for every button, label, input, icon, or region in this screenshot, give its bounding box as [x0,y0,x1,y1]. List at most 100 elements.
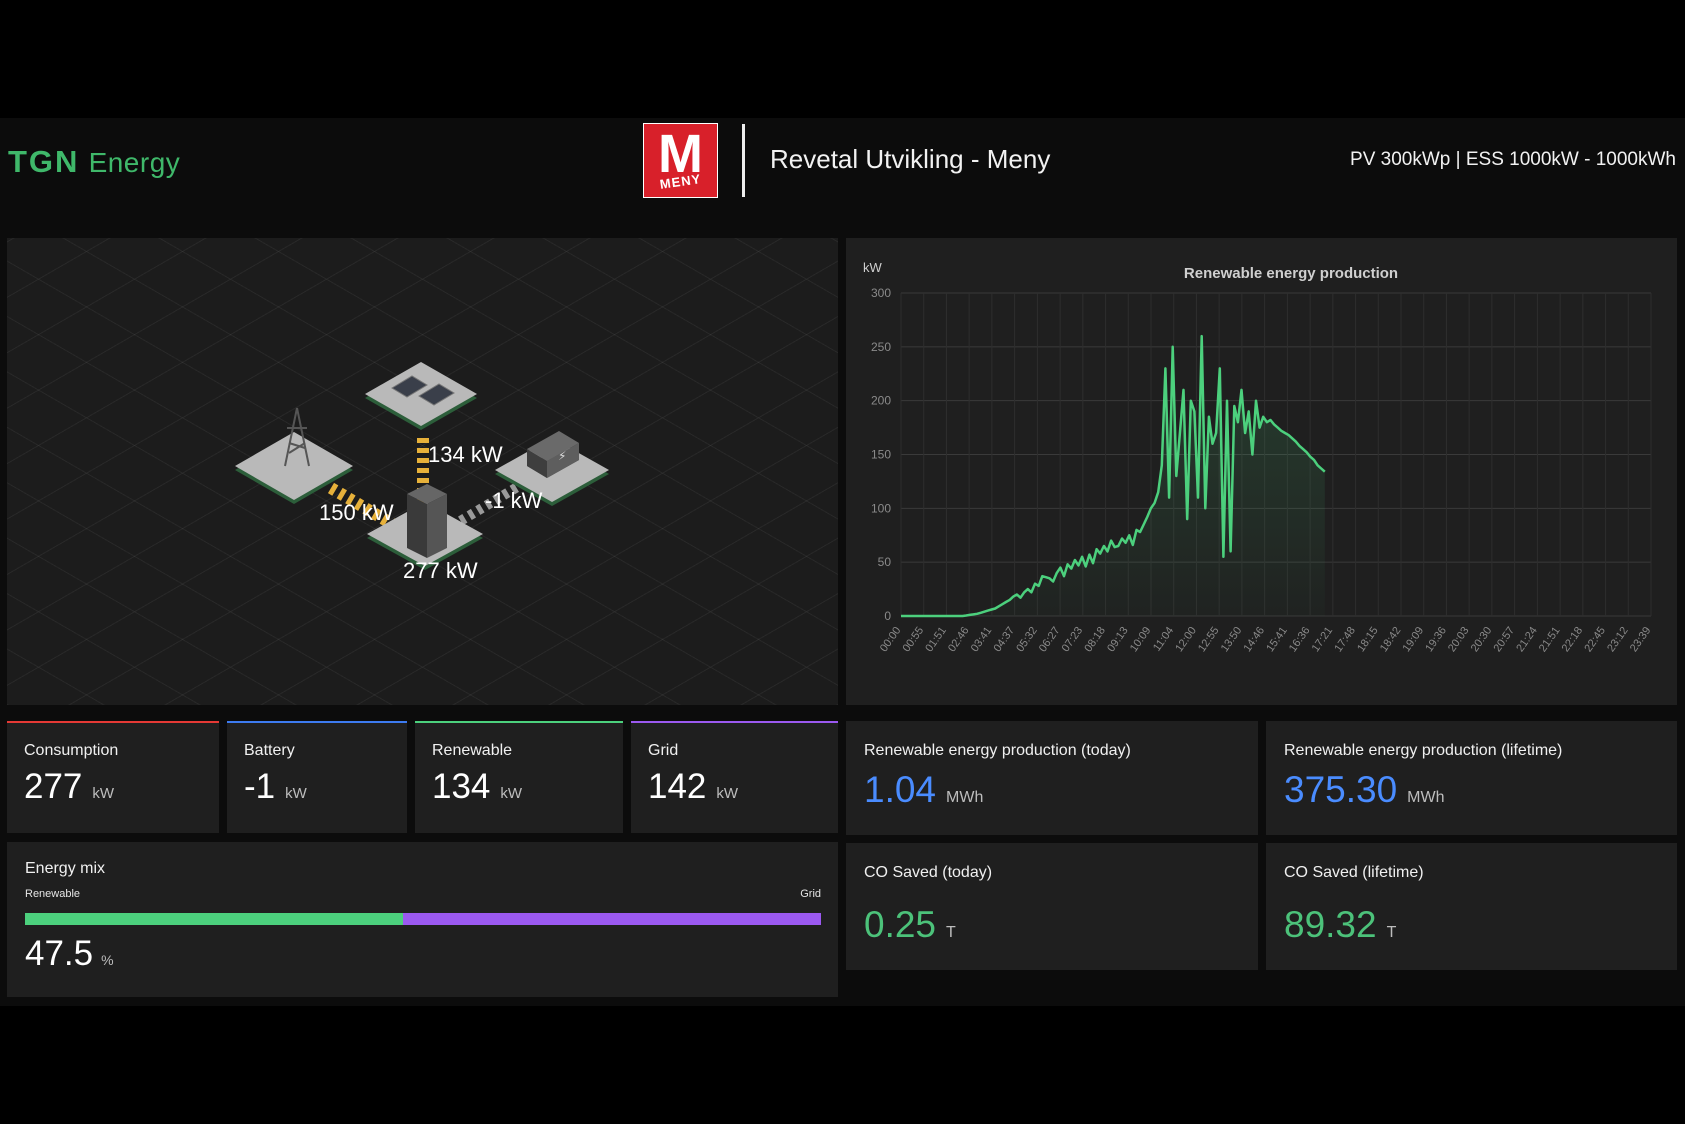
production-lifetime-label: Renewable energy production (lifetime) [1284,742,1563,759]
consumption-label: Consumption [24,742,119,759]
battery-unit: kW [285,785,307,802]
energy-mix-card: Energy mix Renewable Grid 47.5% [7,842,838,997]
consumption-value: 277 [24,767,83,806]
dashboard: TGN Energy M MENY Revetal Utvikling - Me… [0,118,1685,1006]
co-saved-lifetime-value-row: 89.32 T [1284,904,1396,946]
chart-x-tick: 21:24 [1514,625,1540,654]
chart-x-tick: 05:32 [1014,625,1040,654]
chart-x-tick: 16:36 [1287,625,1313,654]
energy-mix-bar [25,913,821,925]
solar-flow-label: 134 kW [428,442,503,467]
co-saved-today-card: CO Saved (today) 0.25 T [846,843,1258,970]
co-saved-lifetime-label: CO Saved (lifetime) [1284,864,1424,881]
co-saved-today-label: CO Saved (today) [864,864,993,881]
chart-y-tick: 100 [871,501,891,515]
grid-value: 142 [648,767,707,806]
chart-x-tick: 17:21 [1310,625,1336,654]
chart-x-tick: 04:37 [991,625,1017,654]
chart-y-tick: 150 [871,448,891,462]
renewable-unit: kW [500,785,523,802]
renewable-card: Renewable 134 kW [415,721,623,833]
consumption-value-row: 277 kW [24,767,114,807]
svg-text:⚡: ⚡ [558,449,566,463]
production-lifetime-value: 375.30 [1284,769,1398,810]
energy-mix-renewable-label: Renewable [25,888,81,900]
chart-x-tick: 20:03 [1446,625,1472,654]
chart-x-tick: 14:46 [1241,625,1267,654]
chart-y-tick: 300 [871,286,891,300]
energy-mix-label: Energy mix [25,860,106,877]
chart-x-tick: 03:41 [969,625,995,654]
chart-x-tick: 02:46 [946,625,972,654]
renewable-accent-bar [415,721,623,723]
chart-x-tick: 10:09 [1128,625,1154,654]
production-today-unit: MWh [946,789,984,806]
renewable-value-row: 134 kW [432,767,522,807]
site-title: Revetal Utvikling - Meny [770,144,1051,174]
battery-flow-label: -1 kW [485,488,543,513]
battery-label: Battery [244,742,295,759]
production-lifetime-unit: MWh [1407,789,1445,806]
production-chart-svg: Renewable energy production kW 0 50 100 150 20… [863,260,1654,654]
energy-mix-renewable-segment [25,913,404,925]
production-chart: Renewable energy production kW 0 50 100 150 20… [846,238,1677,705]
consumption-flow-label: 277 kW [403,558,478,583]
battery-card: Battery -1 kW [227,721,407,833]
chart-x-tick: 07:23 [1060,625,1086,654]
battery-accent-bar [227,721,407,723]
chart-x-tick: 09:13 [1105,625,1131,654]
production-today-value: 1.04 [864,769,937,810]
energy-mix-grid-label: Grid [800,888,821,900]
energy-flow-diagram: ⚡ 134 kW 150 kW -1 kW 277 kW [7,238,838,705]
brand-logo: TGN Energy [8,144,180,180]
consumption-accent-bar [7,721,219,723]
grid-label: Grid [648,742,679,759]
production-today-card: Renewable energy production (today) 1.04… [846,721,1258,835]
chart-y-tick: 0 [884,609,891,623]
battery-value-row: -1 kW [244,767,307,807]
chart-x-tick: 18:15 [1355,625,1381,654]
co-saved-today-value-row: 0.25 T [864,904,956,946]
consumption-unit: kW [92,785,115,802]
grid-accent-bar [631,721,838,723]
energy-mix-grid-segment [403,913,821,925]
consumption-card: Consumption 277 kW [7,721,219,833]
energy-mix-unit: % [101,952,114,968]
customer-logo: M MENY [643,123,718,198]
chart-y-tick: 250 [871,340,891,354]
energy-mix-value: 47.5 [25,934,94,973]
chart-x-tick: 01:51 [923,625,949,654]
grid-card: Grid 142 kW [631,721,838,833]
production-today-value-row: 1.04 MWh [864,769,983,811]
chart-x-tick: 00:55 [901,625,927,654]
chart-y-tick: 200 [871,394,891,408]
chart-x-tick: 11:04 [1151,625,1176,654]
chart-x-tick: 12:00 [1173,625,1199,654]
battery-value: -1 [244,767,276,806]
chart-x-tick: 21:51 [1537,625,1563,654]
chart-series-area [901,336,1325,616]
chart-x-tick: 23:39 [1628,625,1654,654]
chart-x-tick: 22:18 [1560,625,1586,654]
chart-x-tick: 06:27 [1037,625,1063,654]
chart-title: Renewable energy production [1184,265,1398,282]
co-saved-today-unit: T [946,924,956,941]
chart-x-tick: 13:50 [1219,625,1245,654]
production-today-label: Renewable energy production (today) [864,742,1131,759]
brand-name: Energy [88,147,181,178]
energy-mix-value-row: 47.5% [25,934,114,974]
chart-x-tick: 00:00 [878,625,904,654]
renewable-value: 134 [432,767,491,806]
chart-x-tick: 08:18 [1082,625,1108,654]
grid-flow-label: 150 kW [319,500,394,525]
chart-x-tick: 18:42 [1378,625,1404,654]
co-saved-lifetime-card: CO Saved (lifetime) 89.32 T [1266,843,1677,970]
chart-x-tick: 19:09 [1401,625,1427,654]
production-lifetime-value-row: 375.30 MWh [1284,769,1445,811]
co-saved-lifetime-unit: T [1386,924,1397,941]
chart-x-tick: 20:57 [1491,625,1517,654]
grid-value-row: 142 kW [648,767,738,807]
chart-x-tick: 15:41 [1264,625,1290,654]
chart-x-tick: 22:45 [1582,625,1608,654]
chart-x-tick: 23:12 [1605,625,1631,654]
